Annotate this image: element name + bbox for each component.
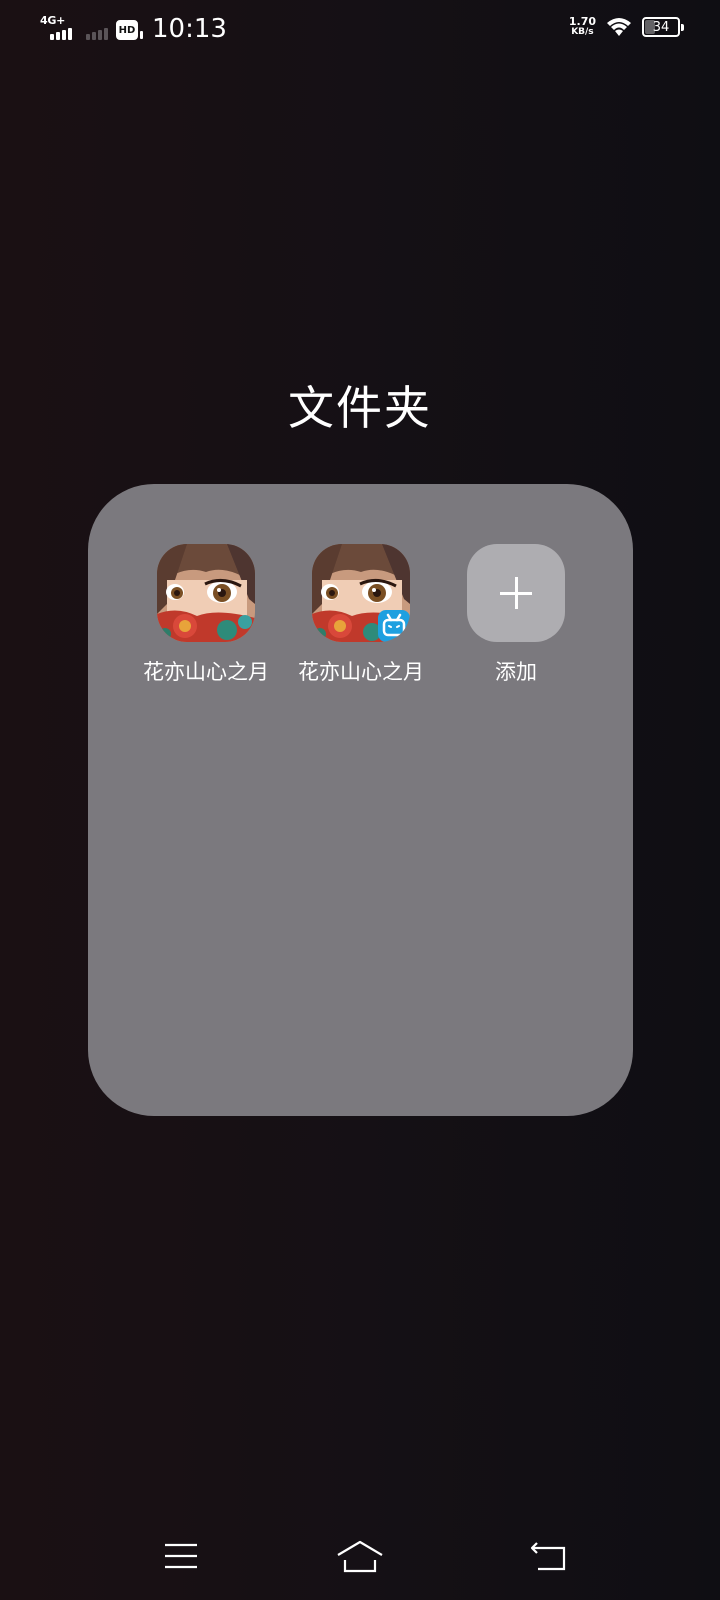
add-label: 添加: [495, 660, 537, 684]
bilibili-badge-icon: [378, 610, 410, 642]
battery-level: 34: [652, 19, 670, 35]
home-button[interactable]: [330, 1536, 390, 1576]
menu-button[interactable]: [151, 1536, 211, 1576]
clock: 10:13: [152, 14, 227, 44]
network-type: 4G+: [40, 14, 65, 27]
app-item-1[interactable]: 花亦山心之月: [136, 544, 276, 686]
anime-girl-app-icon[interactable]: [157, 544, 255, 642]
back-button[interactable]: [519, 1536, 579, 1576]
hd-icon: HD: [116, 20, 143, 40]
hd-label: HD: [118, 24, 136, 36]
back-icon: [530, 1542, 566, 1571]
anime-girl-app-icon-with-badge[interactable]: [312, 544, 410, 642]
folder-panel: 花亦山心之月 花亦山心之月 添加: [88, 484, 633, 1116]
app-item-2[interactable]: 花亦山心之月: [291, 544, 431, 686]
app-label: 花亦山心之月: [143, 660, 269, 684]
folder-title[interactable]: 文件夹: [0, 372, 720, 438]
network-speed: 1.70 KB/s: [569, 16, 596, 38]
cellular-signal-icon: 4G+: [40, 14, 74, 40]
app-label: 花亦山心之月: [298, 660, 424, 684]
wifi-icon: [607, 18, 631, 36]
home-icon: [337, 1540, 383, 1573]
add-icon[interactable]: [467, 544, 565, 642]
status-left: 4G+ HD 10:13: [40, 14, 227, 44]
speed-unit: KB/s: [571, 27, 594, 37]
add-app-item[interactable]: 添加: [446, 544, 586, 686]
secondary-signal-icon: [86, 14, 112, 40]
battery-icon: 34: [642, 17, 684, 37]
menu-icon: [165, 1543, 197, 1569]
navigation-bar: [0, 1520, 720, 1600]
status-bar: 4G+ HD 10:13 1.70 KB/s 34: [0, 0, 720, 58]
status-right: 1.70 KB/s 34: [569, 16, 684, 38]
